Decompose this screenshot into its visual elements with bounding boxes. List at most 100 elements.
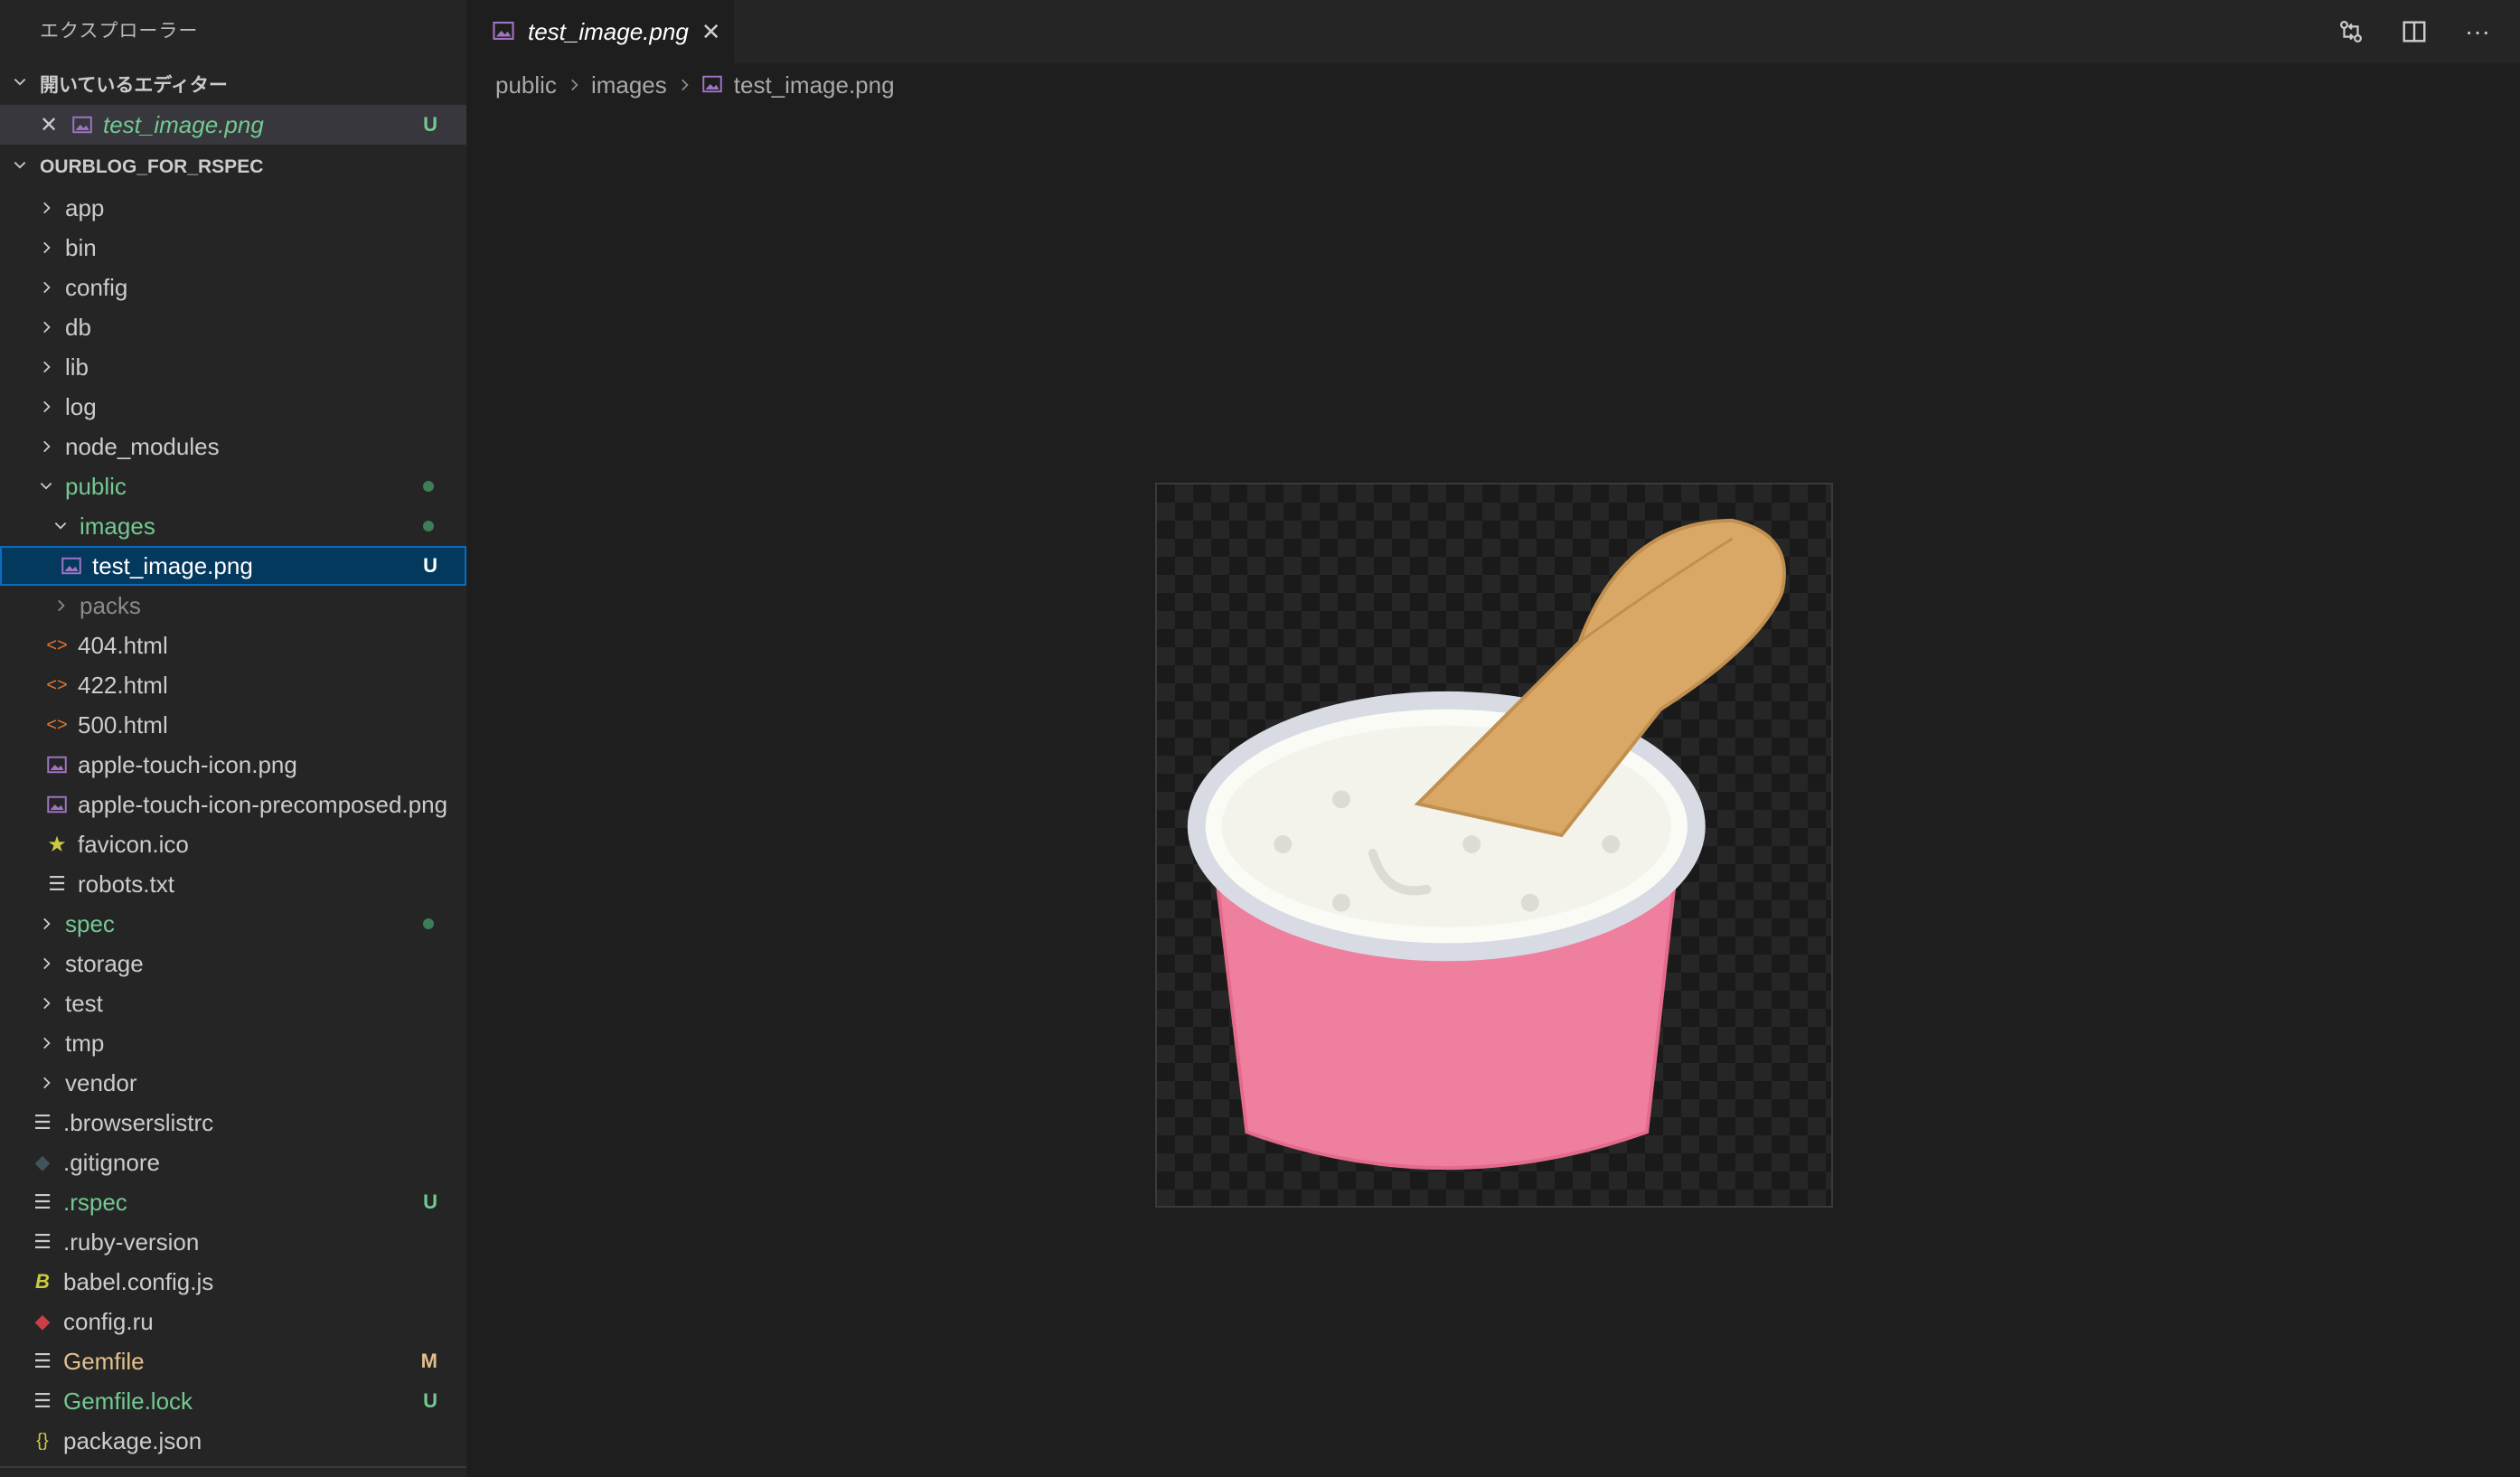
folder-label: images — [80, 512, 155, 540]
json-icon: {} — [36, 1430, 49, 1451]
image-preview-area — [466, 107, 2520, 1477]
git-status-badge: U — [423, 113, 437, 136]
chevron-right-icon — [36, 240, 56, 256]
file-label: package.json — [63, 1426, 202, 1454]
folder-label: app — [65, 193, 105, 221]
file-label: apple-touch-icon-precomposed.png — [78, 790, 448, 818]
file-package-json[interactable]: {} package.json — [0, 1421, 466, 1461]
file-label: robots.txt — [78, 870, 174, 898]
file-rspec[interactable]: ☰ .rspec U — [0, 1182, 466, 1222]
file-babel-config[interactable]: B babel.config.js — [0, 1262, 466, 1302]
folder-lib[interactable]: lib — [0, 347, 466, 387]
text-file-icon: ☰ — [33, 1111, 52, 1134]
folder-label: tmp — [65, 1029, 105, 1057]
text-file-icon: ☰ — [33, 1389, 52, 1412]
chevron-right-icon — [36, 995, 56, 1011]
html-file-icon: <> — [46, 635, 68, 655]
file-ruby-version[interactable]: ☰ .ruby-version — [0, 1222, 466, 1262]
ice-cream-cup-illustration — [1187, 518, 1786, 1171]
git-icon: ◆ — [34, 1151, 51, 1173]
file-apple-touch-icon[interactable]: apple-touch-icon.png — [0, 745, 466, 785]
folder-public[interactable]: public — [0, 466, 466, 506]
chevron-down-icon — [0, 72, 40, 96]
file-gemfile[interactable]: ☰ Gemfile M — [0, 1341, 466, 1381]
chevron-down-icon — [36, 478, 56, 494]
file-robots-txt[interactable]: ☰ robots.txt — [0, 864, 466, 904]
tab-label: test_image.png — [528, 17, 689, 45]
editor-actions: ··· — [2336, 16, 2493, 47]
folder-vendor[interactable]: vendor — [0, 1063, 466, 1103]
close-icon[interactable]: ✕ — [701, 18, 721, 46]
chevron-right-icon — [36, 399, 56, 415]
file-config-ru[interactable]: ◆ config.ru — [0, 1302, 466, 1341]
file-label: .rspec — [63, 1188, 127, 1216]
text-file-icon: ☰ — [48, 872, 66, 895]
chevron-right-icon — [36, 319, 56, 335]
project-header[interactable]: OURBLOG_FOR_RSPEC — [0, 146, 466, 188]
file-apple-touch-icon-precomposed[interactable]: apple-touch-icon-precomposed.png — [0, 785, 466, 824]
file-label: .ruby-version — [63, 1228, 200, 1256]
file-label: favicon.ico — [78, 830, 189, 858]
tab-test-image[interactable]: test_image.png ✕ — [466, 0, 734, 63]
folder-label: db — [65, 313, 91, 341]
folder-test[interactable]: test — [0, 983, 466, 1023]
chevron-right-icon — [36, 1075, 56, 1091]
image-file-icon — [45, 793, 69, 816]
folder-bin[interactable]: bin — [0, 228, 466, 268]
folder-label: packs — [80, 591, 141, 619]
git-status-badge: U — [423, 1389, 437, 1412]
git-change-dot — [423, 918, 434, 929]
explorer-sidebar: エクスプローラー 開いているエディター ✕ test_image.png U O… — [0, 0, 466, 1477]
chevron-right-icon — [36, 438, 56, 455]
file-label: Gemfile.lock — [63, 1387, 193, 1415]
image-preview[interactable] — [1155, 483, 1833, 1208]
git-change-dot — [423, 481, 434, 492]
folder-label: lib — [65, 353, 89, 381]
file-label: .browserslistrc — [63, 1108, 214, 1136]
folder-spec[interactable]: spec — [0, 904, 466, 944]
image-file-icon — [492, 19, 517, 44]
file-500-html[interactable]: <> 500.html — [0, 705, 466, 745]
chevron-right-icon — [566, 77, 582, 93]
breadcrumb-item[interactable]: public — [495, 71, 557, 99]
folder-node-modules[interactable]: node_modules — [0, 427, 466, 466]
open-editors-header[interactable]: 開いているエディター — [0, 63, 466, 105]
file-422-html[interactable]: <> 422.html — [0, 665, 466, 705]
chevron-right-icon — [676, 77, 692, 93]
file-label: Gemfile — [63, 1347, 145, 1375]
image-file-icon — [45, 753, 69, 776]
close-icon[interactable]: ✕ — [40, 112, 58, 138]
file-404-html[interactable]: <> 404.html — [0, 626, 466, 665]
folder-app[interactable]: app — [0, 188, 466, 228]
chevron-right-icon — [36, 359, 56, 375]
file-label: test_image.png — [92, 551, 253, 579]
open-editor-item[interactable]: ✕ test_image.png U — [0, 105, 466, 145]
project-name: OURBLOG_FOR_RSPEC — [40, 156, 264, 177]
sidebar-bottom-divider — [0, 1466, 466, 1468]
folder-log[interactable]: log — [0, 387, 466, 427]
text-file-icon: ☰ — [33, 1190, 52, 1213]
folder-tmp[interactable]: tmp — [0, 1023, 466, 1063]
folder-images[interactable]: images — [0, 506, 466, 546]
chevron-right-icon — [51, 597, 71, 614]
star-icon: ★ — [47, 832, 67, 857]
file-favicon[interactable]: ★ favicon.ico — [0, 824, 466, 864]
file-gitignore[interactable]: ◆ .gitignore — [0, 1143, 466, 1182]
split-editor-icon[interactable] — [2399, 16, 2430, 47]
breadcrumb-item[interactable]: images — [591, 71, 667, 99]
chevron-right-icon — [36, 916, 56, 932]
file-label: apple-touch-icon.png — [78, 750, 297, 778]
file-test-image-png[interactable]: test_image.png U — [0, 546, 466, 586]
breadcrumb-item[interactable]: test_image.png — [734, 71, 895, 99]
folder-config[interactable]: config — [0, 268, 466, 307]
text-file-icon: ☰ — [33, 1350, 52, 1372]
file-label: 500.html — [78, 710, 168, 738]
file-gemfile-lock[interactable]: ☰ Gemfile.lock U — [0, 1381, 466, 1421]
folder-packs[interactable]: packs — [0, 586, 466, 626]
more-actions-icon[interactable]: ··· — [2462, 16, 2493, 47]
compare-changes-icon[interactable] — [2336, 16, 2366, 47]
folder-storage[interactable]: storage — [0, 944, 466, 983]
file-browserslistrc[interactable]: ☰ .browserslistrc — [0, 1103, 466, 1143]
folder-db[interactable]: db — [0, 307, 466, 347]
chevron-down-icon — [51, 518, 71, 534]
